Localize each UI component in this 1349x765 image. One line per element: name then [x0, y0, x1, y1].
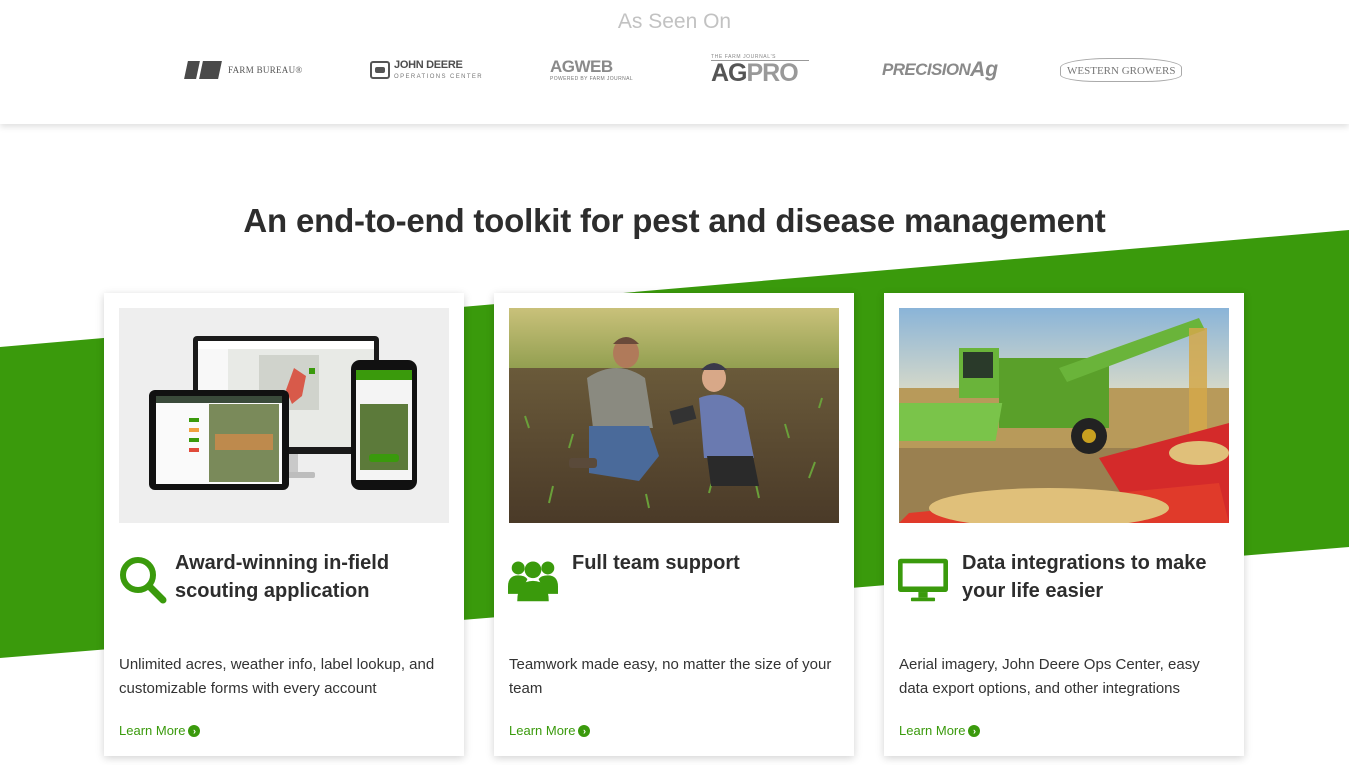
page: As Seen On FARM BUREAU® JOHN DEERE OPERA… — [0, 0, 1349, 765]
farm-bureau-mark-icon — [184, 61, 222, 79]
scouting-devices-image — [119, 308, 449, 523]
page-headline: An end-to-end toolkit for pest and disea… — [243, 202, 1106, 239]
card-description: Aerial imagery, John Deere Ops Center, e… — [899, 656, 1200, 697]
card-title: Award-winning in-field scouting applicat… — [175, 552, 390, 602]
western-growers-logo[interactable]: WESTERN GROWERS — [1060, 52, 1183, 88]
users-group-icon — [508, 561, 558, 602]
feature-card-scouting: Award-winning in-field scouting applicat… — [104, 293, 464, 756]
card-title: Data integrations to make your life easi… — [962, 552, 1207, 602]
ag-text: Ag — [970, 58, 999, 81]
precision-ag-logo[interactable]: PRECISION Ag — [882, 52, 998, 88]
feature-card-integrations: Data integrations to make your life easi… — [884, 293, 1244, 756]
farm-bureau-text: FARM BUREAU® — [228, 65, 303, 75]
agpro-wordmark: AGPRO — [711, 59, 799, 87]
learn-more-link[interactable]: Learn More › — [899, 723, 981, 738]
john-deere-text: JOHN DEERE — [394, 59, 463, 71]
agweb-logo[interactable]: AGWEB POWERED BY FARM JOURNAL — [550, 52, 633, 88]
agweb-text: AGWEB — [550, 57, 613, 76]
farm-bureau-logo[interactable]: FARM BUREAU® — [184, 52, 303, 88]
operations-center-text: OPERATIONS CENTER — [394, 74, 484, 80]
card-description: Teamwork made easy, no matter the size o… — [509, 656, 832, 697]
arrow-circle-right-icon: › — [188, 724, 201, 737]
learn-more-link[interactable]: Learn More › — [509, 723, 591, 738]
arrow-circle-right-icon: › — [578, 724, 591, 737]
combine-harvester-image — [899, 308, 1229, 523]
western-growers-text: WESTERN GROWERS — [1060, 58, 1183, 82]
farmers-in-field-image — [509, 308, 839, 523]
as-seen-on-section: As Seen On FARM BUREAU® JOHN DEERE OPERA… — [0, 0, 1349, 124]
learn-more-label: Learn More — [119, 723, 186, 738]
agpro-pro: PRO — [746, 59, 799, 87]
agpro-logo[interactable]: THE FARM JOURNAL'S AGPRO — [711, 52, 809, 88]
agweb-tagline: POWERED BY FARM JOURNAL — [550, 76, 634, 82]
arrow-circle-right-icon: › — [968, 724, 981, 737]
as-seen-on-title: As Seen On — [617, 10, 732, 33]
card-title: Full team support — [572, 552, 740, 574]
learn-more-label: Learn More — [899, 723, 966, 738]
learn-more-label: Learn More — [509, 723, 576, 738]
learn-more-link[interactable]: Learn More › — [119, 723, 201, 738]
card-description: Unlimited acres, weather info, label loo… — [119, 656, 435, 697]
feature-card-team: Full team support Teamwork made easy, no… — [494, 293, 854, 756]
john-deere-deer-icon — [370, 61, 390, 79]
precision-text: PRECISION — [882, 60, 971, 79]
desktop-monitor-icon — [898, 558, 948, 602]
agpro-ag: AG — [711, 59, 747, 87]
john-deere-logo[interactable]: JOHN DEERE OPERATIONS CENTER — [370, 52, 483, 88]
magnifier-icon — [120, 557, 167, 604]
